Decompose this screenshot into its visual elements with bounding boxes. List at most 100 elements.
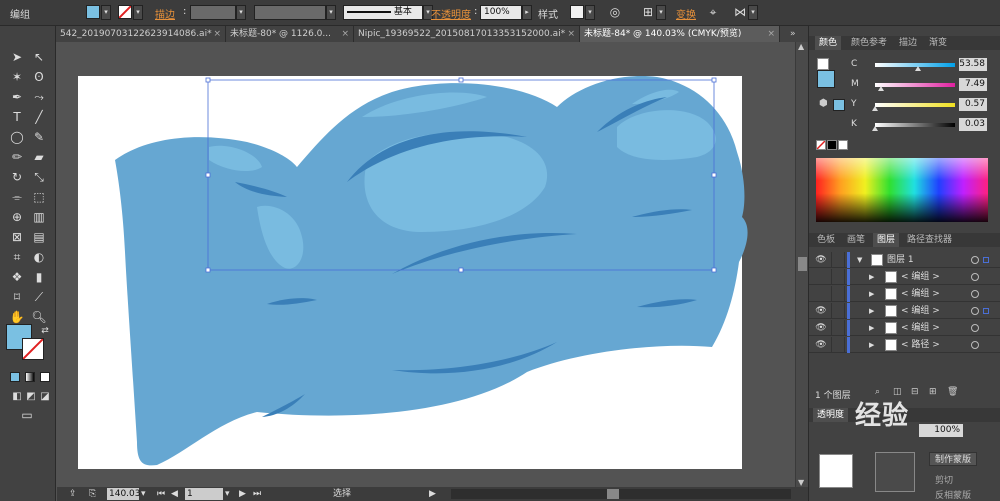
scroll-thumb[interactable] [798, 257, 807, 271]
opacity-field[interactable]: 100% [480, 5, 522, 20]
arrange-icon[interactable]: ⋈ [732, 5, 748, 20]
stroke-weight-field[interactable] [190, 5, 236, 20]
more-tabs-icon[interactable]: » [786, 26, 808, 42]
vertical-scrollbar[interactable]: ▲ ▼ [795, 42, 808, 487]
close-icon[interactable]: × [567, 26, 575, 42]
opacity-dropdown[interactable]: ▸ [522, 5, 532, 20]
tab-document-3[interactable]: Nipic_19369522_20150817013353152000.ai* × [354, 26, 580, 42]
layer-row[interactable]: 👁︎ ▶ < 编组 > [809, 320, 1000, 336]
target-circle-icon[interactable] [971, 341, 979, 349]
previous-artboard-icon[interactable]: ◀ [171, 487, 178, 501]
rotate-tool-icon[interactable]: ↻ [8, 168, 26, 186]
target-circle-icon[interactable] [971, 307, 979, 315]
style-swatch[interactable] [570, 5, 584, 19]
fill-swatch[interactable] [86, 5, 100, 19]
scroll-up-icon[interactable]: ▲ [798, 42, 804, 51]
tab-stroke[interactable]: 描边 [895, 36, 921, 50]
layer-row[interactable]: 👁︎ ▶ < 编组 > [809, 303, 1000, 319]
color-spectrum[interactable] [816, 158, 988, 222]
transparency-opacity-field[interactable]: 100% [919, 424, 963, 437]
visibility-eye-icon[interactable]: 👁︎ [814, 303, 828, 319]
lock-toggle[interactable] [831, 337, 845, 353]
zoom-field[interactable]: 140.03 [107, 488, 141, 500]
align-dropdown[interactable]: ▾ [656, 5, 666, 20]
layer-row[interactable]: ▶ < 编组 > [809, 286, 1000, 302]
pencil-tool-icon[interactable]: ✏ [8, 148, 26, 166]
eyedropper-tool-icon[interactable]: ⌗ [8, 248, 26, 266]
expand-triangle-icon[interactable]: ▶ [869, 269, 874, 285]
expand-triangle-icon[interactable]: ▶ [869, 286, 874, 302]
visibility-eye-icon[interactable]: 👁︎ [814, 337, 828, 353]
channel-value[interactable]: 0.03 [959, 118, 987, 131]
tab-transparency[interactable]: 透明度 [813, 408, 849, 422]
screen-mode-icon[interactable]: ▭ [18, 406, 36, 424]
tab-document-4[interactable]: 未标题-84* @ 140.03% (CMYK/预览) × [580, 26, 780, 42]
swap-fill-stroke-icon[interactable]: ⇄ [36, 322, 54, 340]
target-circle-icon[interactable] [971, 290, 979, 298]
lock-toggle[interactable] [831, 303, 845, 319]
lock-toggle[interactable] [831, 320, 845, 336]
channel-track[interactable] [875, 123, 955, 127]
canvas-area[interactable] [57, 42, 795, 487]
opacity-label[interactable]: 不透明度 [431, 6, 471, 21]
tab-gradient[interactable]: 渐变 [925, 36, 951, 50]
new-layer-icon[interactable]: ⊞ [929, 387, 937, 397]
target-circle-icon[interactable] [971, 324, 979, 332]
paintbrush-tool-icon[interactable]: ✎ [30, 128, 48, 146]
first-artboard-icon[interactable]: ⏮ [157, 487, 165, 501]
export-icon[interactable]: ⎘ [89, 487, 96, 501]
target-circle-icon[interactable] [971, 273, 979, 281]
variable-width-field[interactable] [254, 5, 326, 20]
visibility-eye-icon[interactable]: 👁︎ [814, 320, 828, 336]
channel-knob[interactable] [872, 106, 879, 111]
curvature-tool-icon[interactable]: ⤳ [30, 88, 48, 106]
artboard-tool-icon[interactable]: ⌑ [8, 288, 26, 306]
none-mode-icon[interactable] [40, 372, 50, 382]
scroll-down-icon[interactable]: ▼ [798, 478, 804, 487]
lasso-tool-icon[interactable]: ʘ [30, 68, 48, 86]
width-tool-icon[interactable]: ⌯ [8, 188, 26, 206]
ellipse-tool-icon[interactable]: ◯ [8, 128, 26, 146]
candy-artwork[interactable] [57, 42, 795, 487]
type-tool-icon[interactable]: T [8, 108, 26, 126]
channel-track[interactable] [875, 83, 955, 87]
color-mode-icon[interactable] [10, 372, 20, 382]
target-circle-icon[interactable] [971, 256, 979, 264]
zoom-dropdown-icon[interactable]: ▾ [141, 487, 146, 501]
stroke-color-box[interactable] [22, 338, 44, 360]
black-swatch[interactable] [827, 140, 837, 150]
stroke-label[interactable]: 描边 [155, 6, 175, 21]
tab-document-1[interactable]: 542_20190703122623914086.ai* × [56, 26, 226, 42]
variable-width-dropdown[interactable]: ▾ [326, 5, 336, 20]
line-tool-icon[interactable]: ╱ [30, 108, 48, 126]
shape-builder-tool-icon[interactable]: ⊕ [8, 208, 26, 226]
gradient-mode-icon[interactable] [25, 372, 35, 382]
symbol-sprayer-tool-icon[interactable]: ❖ [8, 268, 26, 286]
artboard-dropdown-icon[interactable]: ▾ [225, 487, 230, 501]
mesh-tool-icon[interactable]: ⊠ [8, 228, 26, 246]
layer-row[interactable]: ▶ < 编组 > [809, 269, 1000, 285]
gradient-tool-icon[interactable]: ▤ [30, 228, 48, 246]
expand-triangle-icon[interactable]: ▶ [869, 320, 874, 336]
channel-value[interactable]: 53.58 [959, 58, 987, 71]
transform-label[interactable]: 变换 [676, 6, 696, 21]
recolor-icon[interactable]: ◎ [607, 5, 623, 20]
channel-knob[interactable] [914, 66, 921, 71]
expand-triangle-icon[interactable]: ▼ [857, 252, 862, 268]
selection-tool-icon[interactable]: ➤ [8, 48, 26, 66]
scale-tool-icon[interactable]: ⤡ [30, 168, 48, 186]
layer-row-top[interactable]: 👁︎ ▼ 图层 1 [809, 252, 1000, 268]
selection-indicator[interactable] [983, 308, 989, 314]
expand-triangle-icon[interactable]: ▶ [869, 303, 874, 319]
stroke-weight-dropdown[interactable]: ▾ [236, 5, 246, 20]
stroke-dropdown[interactable]: ▾ [133, 5, 143, 20]
arrange-dropdown[interactable]: ▾ [748, 5, 758, 20]
channel-knob[interactable] [872, 126, 879, 131]
clip-checkbox-label[interactable]: 剪切 [935, 473, 953, 486]
selection-indicator[interactable] [983, 257, 989, 263]
channel-knob[interactable] [877, 86, 884, 91]
pen-tool-icon[interactable]: ✒ [8, 88, 26, 106]
invert-mask-checkbox-label[interactable]: 反相蒙版 [935, 488, 971, 501]
direct-selection-tool-icon[interactable]: ↖ [30, 48, 48, 66]
make-mask-button[interactable]: 制作蒙版 [929, 452, 977, 466]
